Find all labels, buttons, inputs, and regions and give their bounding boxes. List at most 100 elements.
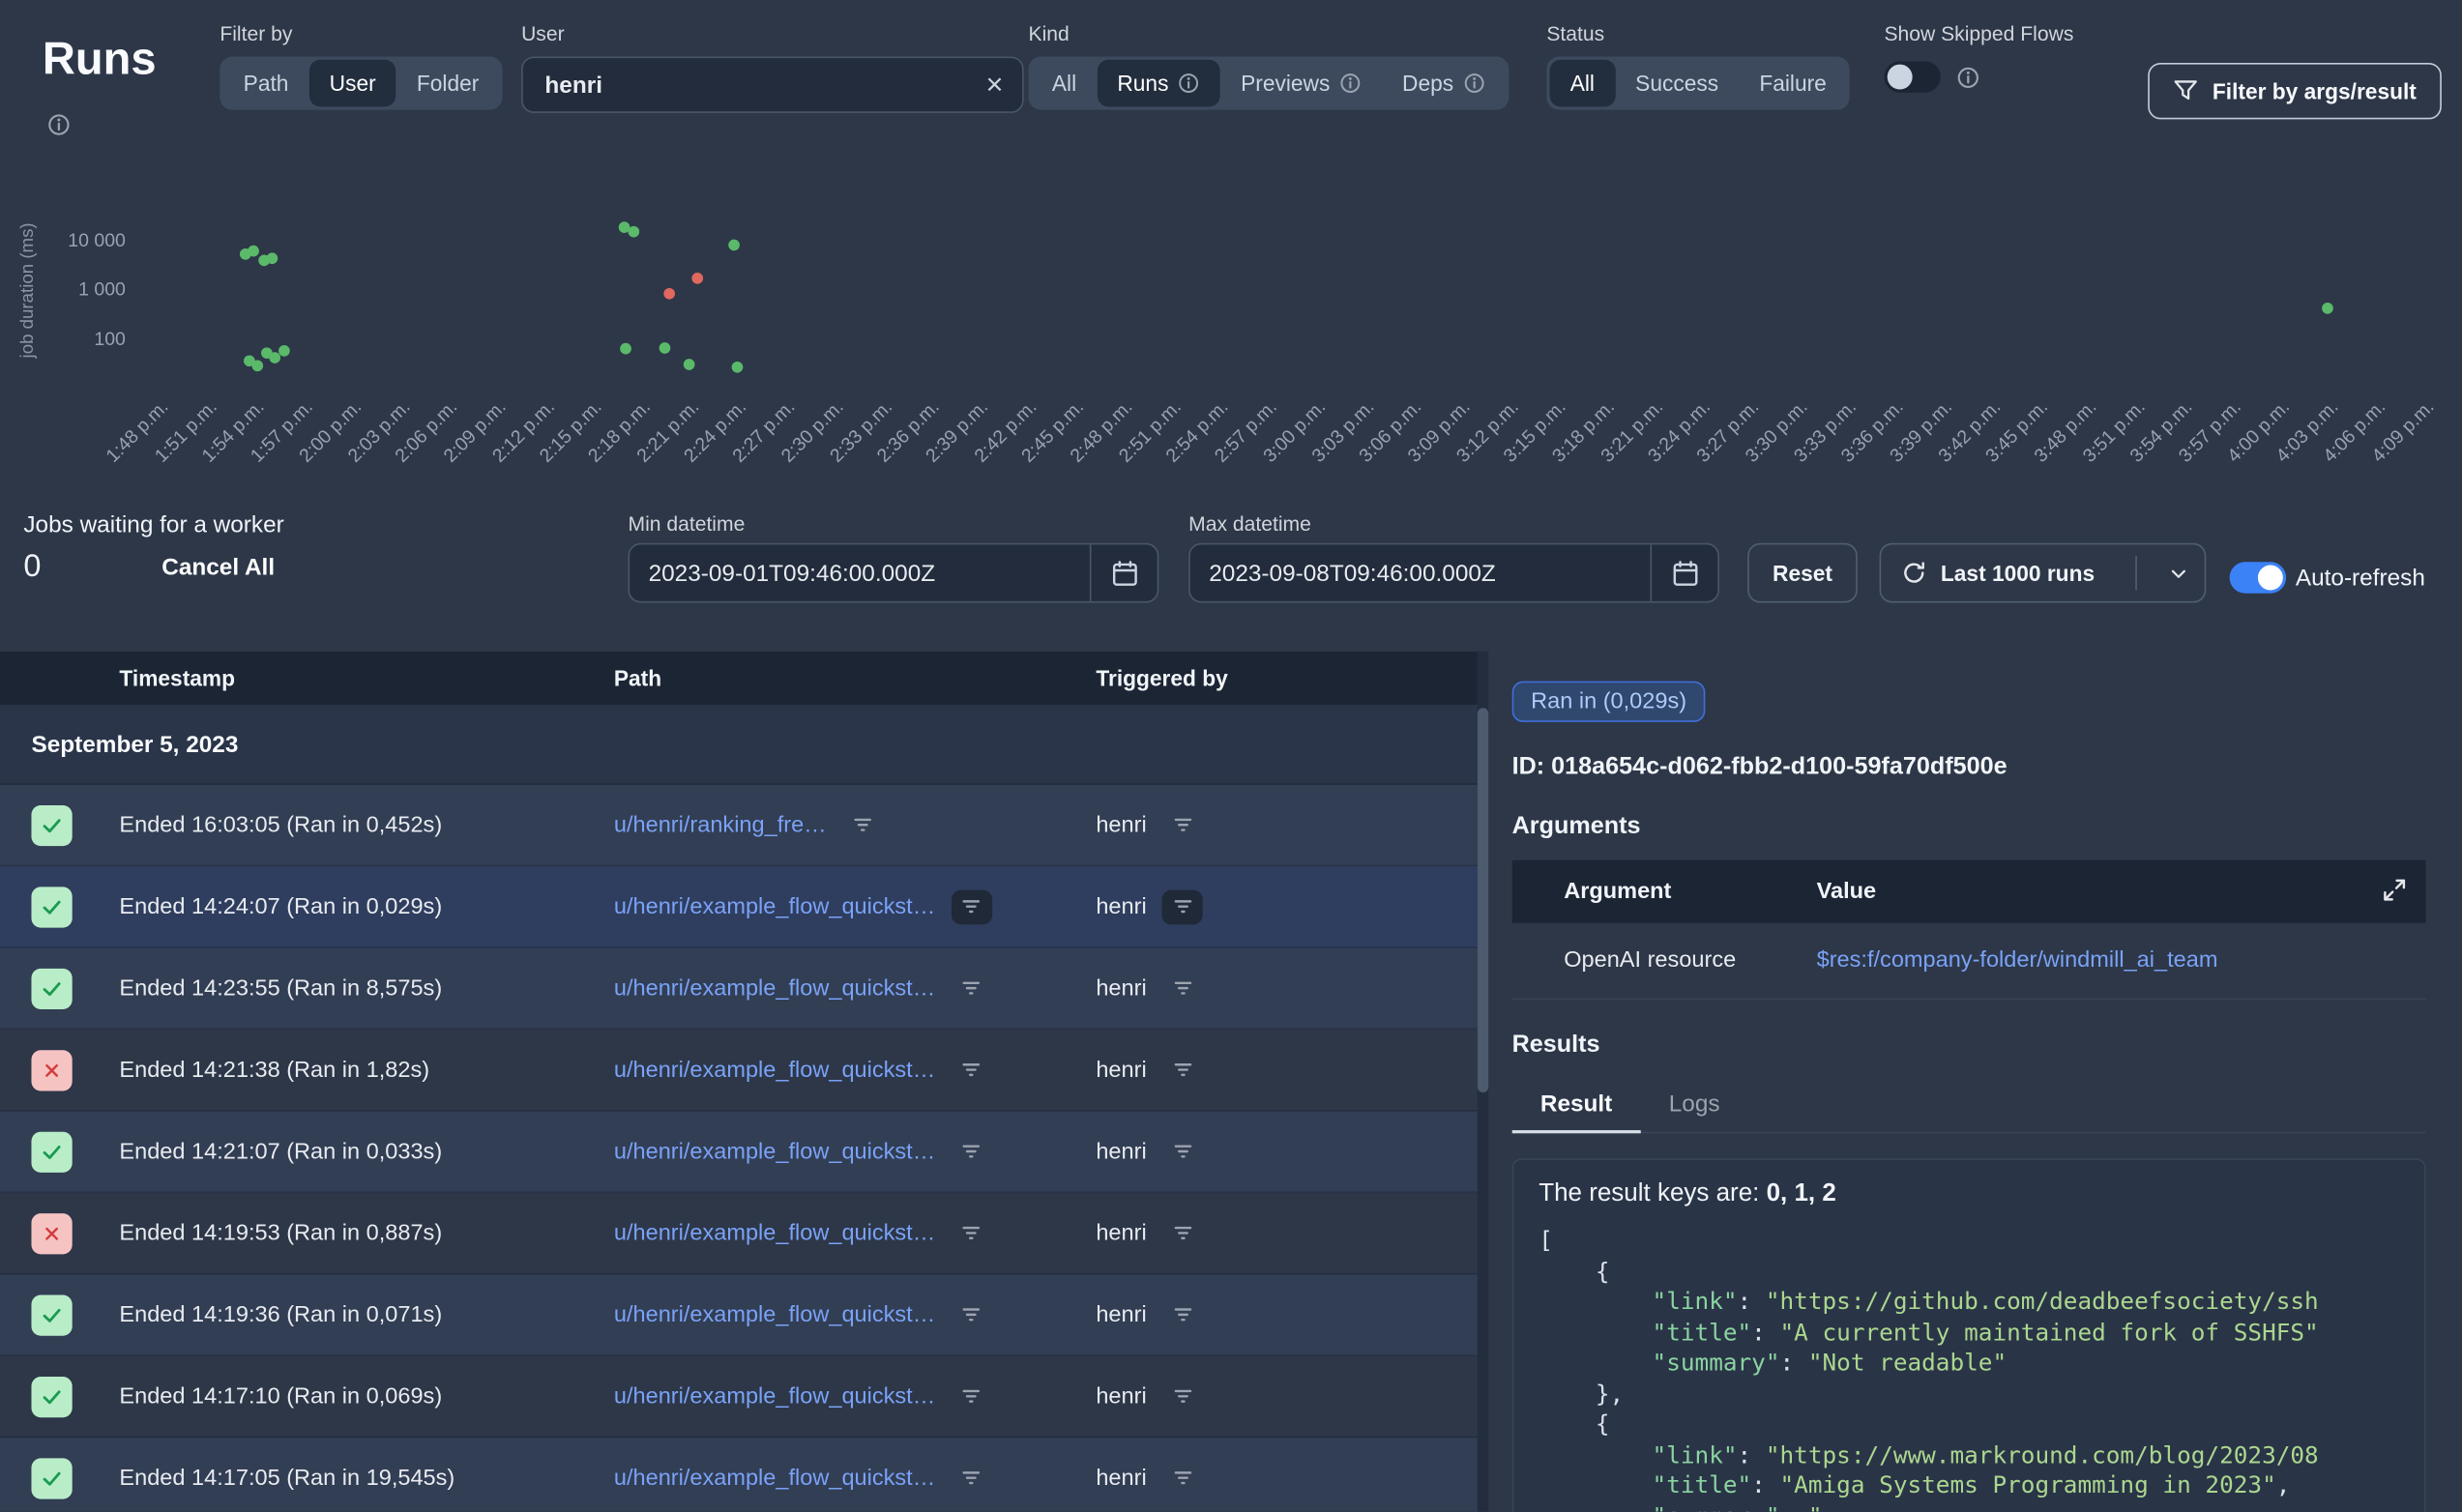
run-timestamp: Ended 14:17:10 (Ran in 0,069s) bbox=[119, 1383, 613, 1409]
max-datetime-field bbox=[1188, 543, 1719, 603]
last-runs-button[interactable]: Last 1000 runs bbox=[1880, 543, 2207, 603]
filter-lines-icon bbox=[959, 1221, 982, 1244]
table-row[interactable]: Ended 14:21:38 (Ran in 1,82s)u/henri/exa… bbox=[0, 1030, 1478, 1111]
col-timestamp: Timestamp bbox=[119, 665, 613, 690]
run-point[interactable] bbox=[269, 352, 280, 363]
path-filter-icon[interactable] bbox=[952, 1297, 992, 1332]
refresh-icon bbox=[1901, 561, 1926, 586]
max-datetime-input[interactable] bbox=[1190, 560, 1651, 587]
run-timestamp: Ended 14:21:38 (Ran in 1,82s) bbox=[119, 1058, 613, 1083]
run-point[interactable] bbox=[620, 343, 631, 355]
table-header: Timestamp Path Triggered by bbox=[0, 652, 1478, 705]
run-path-link[interactable]: u/henri/ranking_fre… bbox=[614, 812, 827, 837]
run-path-link[interactable]: u/henri/example_flow_quickst… bbox=[614, 975, 935, 1001]
user-filter-icon[interactable] bbox=[1162, 807, 1203, 842]
table-row[interactable]: Ended 14:23:55 (Ran in 8,575s)u/henri/ex… bbox=[0, 948, 1478, 1030]
table-row[interactable]: Ended 14:19:36 (Ran in 0,071s)u/henri/ex… bbox=[0, 1274, 1478, 1355]
user-filter-icon[interactable] bbox=[1162, 1134, 1203, 1169]
calendar-icon[interactable] bbox=[1090, 544, 1158, 600]
tab-logs[interactable]: Logs bbox=[1641, 1078, 1748, 1131]
run-point[interactable] bbox=[248, 246, 259, 257]
scrollbar-thumb[interactable] bbox=[1478, 708, 1488, 1092]
run-path-link[interactable]: u/henri/example_flow_quickst… bbox=[614, 894, 935, 919]
table-scrollbar[interactable] bbox=[1478, 652, 1488, 1512]
user-filter-icon[interactable] bbox=[1162, 1216, 1203, 1251]
runs-page: Runs Filter by PathUserFolder User × Kin… bbox=[0, 0, 2462, 1512]
chevron-down-icon[interactable] bbox=[2151, 544, 2204, 600]
run-path-link[interactable]: u/henri/example_flow_quickst… bbox=[614, 1058, 935, 1083]
expand-icon[interactable] bbox=[2382, 878, 2407, 903]
run-point[interactable] bbox=[278, 345, 290, 357]
result-viewer[interactable]: The result keys are: 0, 1, 2 [ { "link":… bbox=[1512, 1158, 2426, 1511]
triggered-by-user: henri bbox=[1096, 975, 1146, 1001]
filter-lines-icon bbox=[1171, 1221, 1194, 1244]
result-json: [ { "link": "https://github.com/deadbeef… bbox=[1539, 1226, 2399, 1512]
button-divider bbox=[2135, 556, 2137, 591]
run-path-link[interactable]: u/henri/example_flow_quickst… bbox=[614, 1139, 935, 1164]
table-row[interactable]: Ended 14:17:05 (Ran in 19,545s)u/henri/e… bbox=[0, 1438, 1478, 1511]
duration-badge: Ran in (0,029s) bbox=[1512, 682, 1706, 722]
table-row[interactable]: Ended 14:17:10 (Ran in 0,069s)u/henri/ex… bbox=[0, 1356, 1478, 1438]
success-check-icon bbox=[31, 968, 72, 1008]
filter-lines-icon bbox=[1171, 1058, 1194, 1081]
table-row[interactable]: Ended 14:24:07 (Ran in 0,029s)u/henri/ex… bbox=[0, 866, 1478, 947]
run-path-link[interactable]: u/henri/example_flow_quickst… bbox=[614, 1220, 935, 1245]
path-filter-icon[interactable] bbox=[952, 1461, 992, 1496]
path-filter-icon[interactable] bbox=[952, 1134, 992, 1169]
path-filter-icon[interactable] bbox=[952, 1379, 992, 1413]
run-point[interactable] bbox=[684, 359, 695, 370]
cancel-all-button[interactable]: Cancel All bbox=[152, 553, 283, 583]
run-point[interactable] bbox=[691, 273, 703, 284]
triggered-by-user: henri bbox=[1096, 1466, 1146, 1491]
user-filter-icon[interactable] bbox=[1162, 1379, 1203, 1413]
run-path-link[interactable]: u/henri/example_flow_quickst… bbox=[614, 1466, 935, 1491]
arguments-table-header: Argument Value bbox=[1512, 860, 2426, 923]
results-tabs: Result Logs bbox=[1512, 1078, 2426, 1133]
tab-result[interactable]: Result bbox=[1512, 1078, 1641, 1133]
path-filter-icon[interactable] bbox=[952, 1053, 992, 1088]
run-timestamp: Ended 14:19:53 (Ran in 0,887s) bbox=[119, 1220, 613, 1245]
path-filter-icon[interactable] bbox=[952, 1216, 992, 1251]
reset-button[interactable]: Reset bbox=[1747, 543, 1858, 603]
run-point[interactable] bbox=[267, 252, 278, 264]
user-filter-icon[interactable] bbox=[1162, 971, 1203, 1005]
run-timestamp: Ended 14:19:36 (Ran in 0,071s) bbox=[119, 1302, 613, 1327]
run-point[interactable] bbox=[663, 288, 675, 300]
arguments-title: Arguments bbox=[1512, 813, 2426, 841]
run-point[interactable] bbox=[2322, 303, 2333, 314]
filter-lines-icon bbox=[959, 895, 982, 918]
triggered-by-user: henri bbox=[1096, 1058, 1146, 1083]
auto-refresh-toggle[interactable] bbox=[2230, 562, 2286, 593]
argument-row: OpenAI resource $res:f/company-folder/wi… bbox=[1512, 923, 2426, 999]
jobs-waiting-count: 0 bbox=[23, 549, 41, 585]
user-filter-icon[interactable] bbox=[1162, 1461, 1203, 1496]
argument-value-link[interactable]: $res:f/company-folder/windmill_ai_team bbox=[1817, 948, 2426, 974]
table-row[interactable]: Ended 14:21:07 (Ran in 0,033s)u/henri/ex… bbox=[0, 1112, 1478, 1193]
run-point[interactable] bbox=[251, 360, 263, 371]
filter-lines-icon bbox=[959, 1303, 982, 1326]
table-row[interactable]: Ended 14:19:53 (Ran in 0,887s)u/henri/ex… bbox=[0, 1193, 1478, 1274]
run-path-link[interactable]: u/henri/example_flow_quickst… bbox=[614, 1383, 935, 1409]
run-point[interactable] bbox=[659, 342, 671, 354]
path-filter-icon[interactable] bbox=[952, 971, 992, 1005]
run-timestamp: Ended 14:24:07 (Ran in 0,029s) bbox=[119, 894, 613, 919]
min-datetime-input[interactable] bbox=[630, 560, 1090, 587]
triggered-by-user: henri bbox=[1096, 1383, 1146, 1409]
scatter-points[interactable] bbox=[0, 0, 2462, 393]
user-filter-icon[interactable] bbox=[1162, 889, 1203, 924]
filter-lines-icon bbox=[1171, 1140, 1194, 1163]
col-argument: Argument bbox=[1564, 879, 1816, 904]
table-row[interactable]: Ended 16:03:05 (Ran in 0,452s)u/henri/ra… bbox=[0, 785, 1478, 866]
filter-lines-icon bbox=[959, 1384, 982, 1408]
path-filter-icon[interactable] bbox=[842, 807, 883, 842]
path-filter-icon[interactable] bbox=[952, 889, 992, 924]
run-point[interactable] bbox=[628, 226, 639, 238]
run-path-link[interactable]: u/henri/example_flow_quickst… bbox=[614, 1302, 935, 1327]
user-filter-icon[interactable] bbox=[1162, 1053, 1203, 1088]
user-filter-icon[interactable] bbox=[1162, 1297, 1203, 1332]
run-point[interactable] bbox=[732, 362, 744, 373]
run-id: ID: 018a654c-d062-fbb2-d100-59fa70df500e bbox=[1512, 753, 2426, 781]
run-point[interactable] bbox=[728, 240, 740, 251]
calendar-icon[interactable] bbox=[1651, 544, 1718, 600]
date-group-row: September 5, 2023 bbox=[0, 705, 1478, 785]
